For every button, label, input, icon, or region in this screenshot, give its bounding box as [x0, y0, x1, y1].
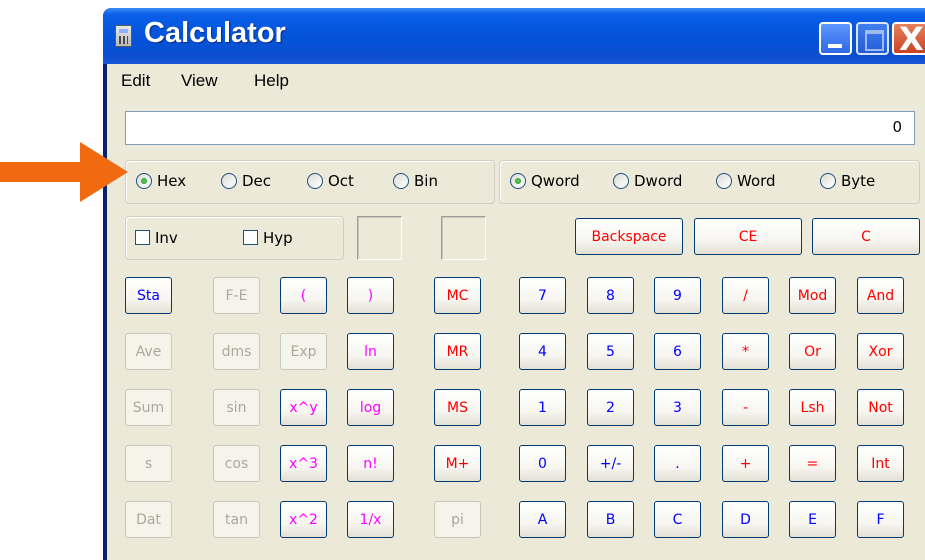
clear-button[interactable]: C	[812, 218, 920, 255]
key-mod-button[interactable]: Mod	[789, 277, 836, 314]
menu-view[interactable]: View	[181, 71, 218, 91]
radio-label: Byte	[841, 172, 876, 190]
key-1-x-button[interactable]: 1/x	[347, 501, 394, 538]
radio-label: Oct	[328, 172, 354, 190]
key-sta-button[interactable]: Sta	[125, 277, 172, 314]
close-icon: X	[899, 20, 924, 58]
radio-icon	[820, 173, 836, 189]
key-cos-button: cos	[213, 445, 260, 482]
key--button[interactable]: +	[722, 445, 769, 482]
key--button[interactable]: (	[280, 277, 327, 314]
radio-icon	[393, 173, 409, 189]
key-tan-button: tan	[213, 501, 260, 538]
close-button[interactable]: X	[892, 20, 925, 58]
word-size-group: Qword Dword Word Byte	[499, 160, 920, 204]
key-x-y-button[interactable]: x^y	[280, 389, 327, 426]
clear-entry-button[interactable]: CE	[694, 218, 802, 255]
menu-edit[interactable]: Edit	[121, 71, 150, 91]
key-b-button[interactable]: B	[587, 501, 634, 538]
display-field[interactable]: 0	[125, 111, 915, 145]
key--button[interactable]: =	[789, 445, 836, 482]
modifier-group: Inv Hyp	[125, 216, 344, 260]
menu-bar: Edit View Help	[107, 64, 925, 98]
key-xor-button[interactable]: Xor	[857, 333, 904, 370]
key-sum-button: Sum	[125, 389, 172, 426]
key-e-button[interactable]: E	[789, 501, 836, 538]
backspace-button[interactable]: Backspace	[575, 218, 683, 255]
key--button[interactable]: +/-	[587, 445, 634, 482]
calculator-window: Calculator X Edit View Help 0 Hex Dec Oc…	[103, 8, 925, 560]
key-sin-button: sin	[213, 389, 260, 426]
key-dms-button: dms	[213, 333, 260, 370]
radio-icon	[613, 173, 629, 189]
key-c-button[interactable]: C	[654, 501, 701, 538]
key-f-e-button: F-E	[213, 277, 260, 314]
key-3-button[interactable]: 3	[654, 389, 701, 426]
key-mr-button[interactable]: MR	[434, 333, 481, 370]
radio-label: Bin	[414, 172, 438, 190]
orange-arrow-annotation	[0, 142, 128, 202]
checkbox-label: Hyp	[263, 229, 293, 247]
radio-selected-icon	[136, 173, 152, 189]
title-bar[interactable]: Calculator X	[103, 8, 925, 64]
key-d-button[interactable]: D	[722, 501, 769, 538]
menu-help[interactable]: Help	[254, 71, 289, 91]
checkbox-label: Inv	[155, 229, 178, 247]
key-log-button[interactable]: log	[347, 389, 394, 426]
key-6-button[interactable]: 6	[654, 333, 701, 370]
key-n-button[interactable]: n!	[347, 445, 394, 482]
key-a-button[interactable]: A	[519, 501, 566, 538]
key-not-button[interactable]: Not	[857, 389, 904, 426]
key-9-button[interactable]: 9	[654, 277, 701, 314]
key-mc-button[interactable]: MC	[434, 277, 481, 314]
key-ms-button[interactable]: MS	[434, 389, 481, 426]
key-7-button[interactable]: 7	[519, 277, 566, 314]
key-m-button[interactable]: M+	[434, 445, 481, 482]
checkbox-icon	[243, 230, 258, 245]
display-value: 0	[892, 118, 902, 136]
radio-label: Dec	[242, 172, 272, 190]
parenthesis-indicator	[357, 216, 402, 260]
key-pi-button: pi	[434, 501, 481, 538]
key-and-button[interactable]: And	[857, 277, 904, 314]
key-5-button[interactable]: 5	[587, 333, 634, 370]
key-0-button[interactable]: 0	[519, 445, 566, 482]
key--button[interactable]: *	[722, 333, 769, 370]
radio-icon	[221, 173, 237, 189]
key-dat-button: Dat	[125, 501, 172, 538]
key-x-3-button[interactable]: x^3	[280, 445, 327, 482]
radio-selected-icon	[510, 173, 526, 189]
key-ln-button[interactable]: ln	[347, 333, 394, 370]
checkbox-icon	[135, 230, 150, 245]
key-int-button[interactable]: Int	[857, 445, 904, 482]
number-system-group: Hex Dec Oct Bin	[125, 160, 495, 204]
minimize-button[interactable]	[819, 22, 852, 55]
radio-label: Dword	[634, 172, 683, 190]
calculator-icon	[115, 25, 132, 47]
key-2-button[interactable]: 2	[587, 389, 634, 426]
key-or-button[interactable]: Or	[789, 333, 836, 370]
key-8-button[interactable]: 8	[587, 277, 634, 314]
radio-icon	[716, 173, 732, 189]
key-1-button[interactable]: 1	[519, 389, 566, 426]
maximize-button[interactable]	[856, 22, 889, 55]
key-f-button[interactable]: F	[857, 501, 904, 538]
calculator-body: Edit View Help 0 Hex Dec Oct Bin Qword D…	[107, 64, 925, 560]
key-ave-button: Ave	[125, 333, 172, 370]
key-4-button[interactable]: 4	[519, 333, 566, 370]
key-s-button: s	[125, 445, 172, 482]
radio-label: Hex	[157, 172, 187, 190]
key--button[interactable]: -	[722, 389, 769, 426]
key-x-2-button[interactable]: x^2	[280, 501, 327, 538]
key--button[interactable]: .	[654, 445, 701, 482]
key-exp-button: Exp	[280, 333, 327, 370]
key--button[interactable]: )	[347, 277, 394, 314]
radio-icon	[307, 173, 323, 189]
radio-label: Word	[737, 172, 776, 190]
radio-label: Qword	[531, 172, 580, 190]
memory-indicator	[441, 216, 486, 260]
key-lsh-button[interactable]: Lsh	[789, 389, 836, 426]
key--button[interactable]: /	[722, 277, 769, 314]
window-title: Calculator	[144, 17, 286, 49]
